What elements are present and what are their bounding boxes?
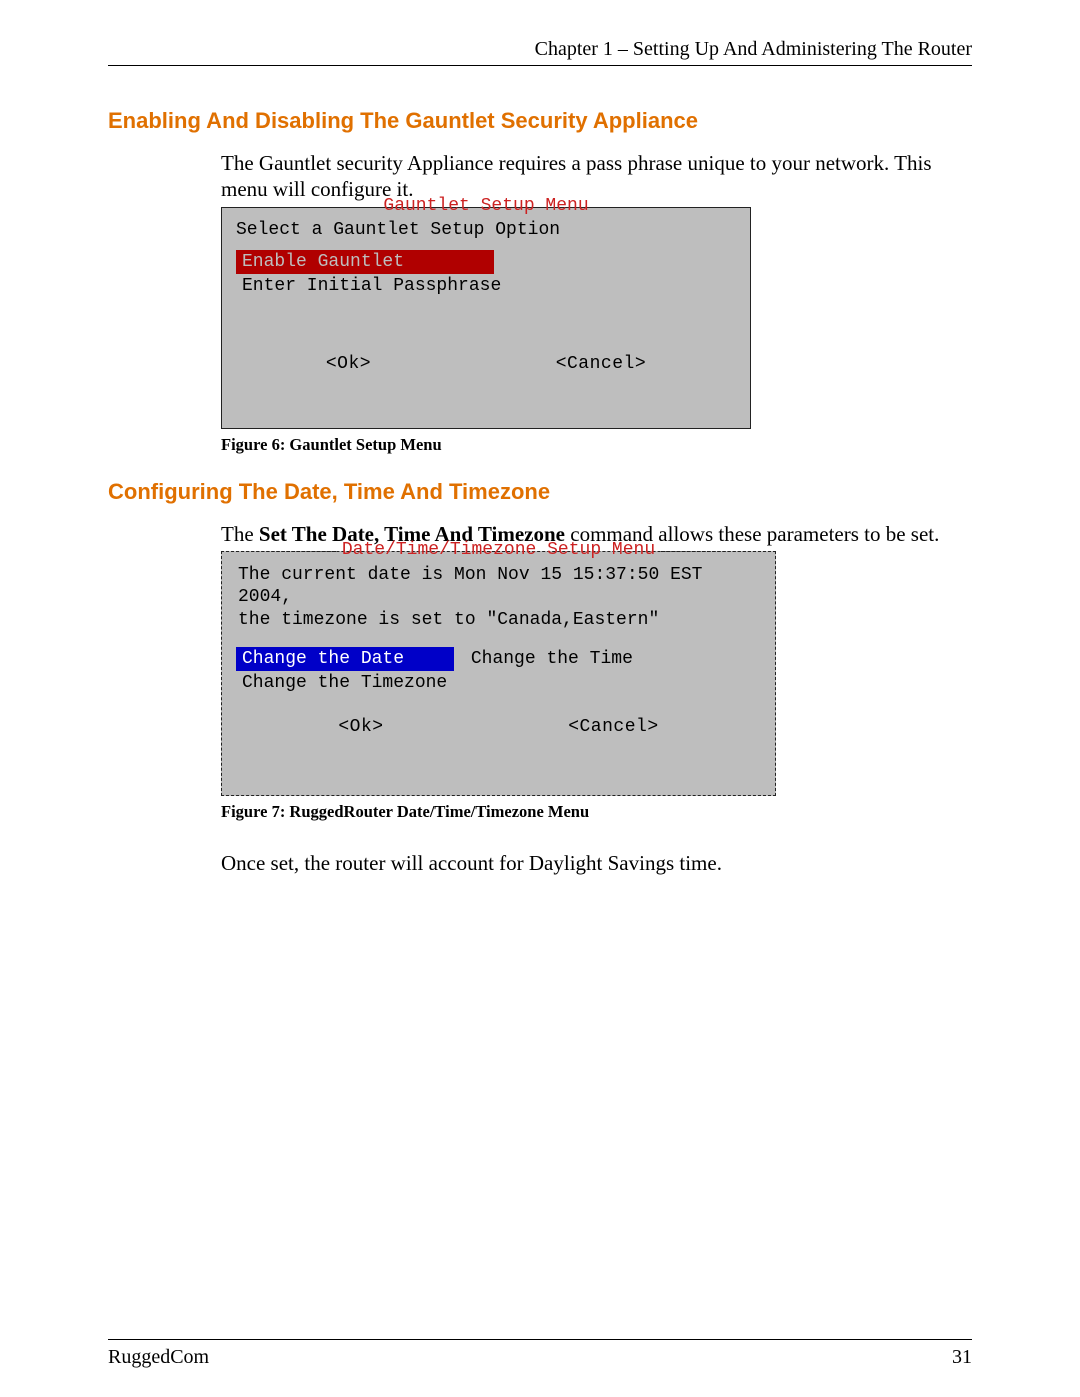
paragraph-dst-note: Once set, the router will account for Da… <box>221 850 972 876</box>
option-change-time[interactable]: Change the Time <box>465 647 639 671</box>
figure-gauntlet-menu: Gauntlet Setup Menu Select a Gauntlet Se… <box>221 207 972 429</box>
figure-datetime-menu: Date/Time/Timezone Setup Menu The curren… <box>221 551 972 796</box>
terminal-info-date: The current date is Mon Nov 15 15:37:50 … <box>238 564 761 609</box>
section-heading-datetime: Configuring The Date, Time And Timezone <box>108 479 972 505</box>
footer-page-number: 31 <box>952 1346 972 1369</box>
chapter-header: Chapter 1 – Setting Up And Administering… <box>108 38 972 66</box>
terminal-title: Date/Time/Timezone Setup Menu <box>336 540 661 560</box>
terminal-title: Gauntlet Setup Menu <box>377 196 594 216</box>
figure-caption-7: Figure 7: RuggedRouter Date/Time/Timezon… <box>221 802 972 822</box>
option-change-timezone[interactable]: Change the Timezone <box>236 671 453 695</box>
footer-brand: RuggedCom <box>108 1346 209 1369</box>
figure-caption-6: Figure 6: Gauntlet Setup Menu <box>221 435 972 455</box>
page-footer: RuggedCom 31 <box>108 1339 972 1369</box>
ok-button[interactable]: <Ok> <box>320 354 377 374</box>
terminal-prompt: Select a Gauntlet Setup Option <box>236 220 736 240</box>
ok-button[interactable]: <Ok> <box>332 717 389 737</box>
option-enable-gauntlet[interactable]: Enable Gauntlet <box>236 250 494 274</box>
cancel-button[interactable]: <Cancel> <box>562 717 664 737</box>
option-enter-passphrase[interactable]: Enter Initial Passphrase <box>236 274 507 298</box>
option-change-date[interactable]: Change the Date <box>236 647 454 671</box>
section-heading-gauntlet: Enabling And Disabling The Gauntlet Secu… <box>108 108 972 134</box>
terminal-info-tz: the timezone is set to "Canada,Eastern" <box>238 609 761 632</box>
cancel-button[interactable]: <Cancel> <box>550 354 652 374</box>
